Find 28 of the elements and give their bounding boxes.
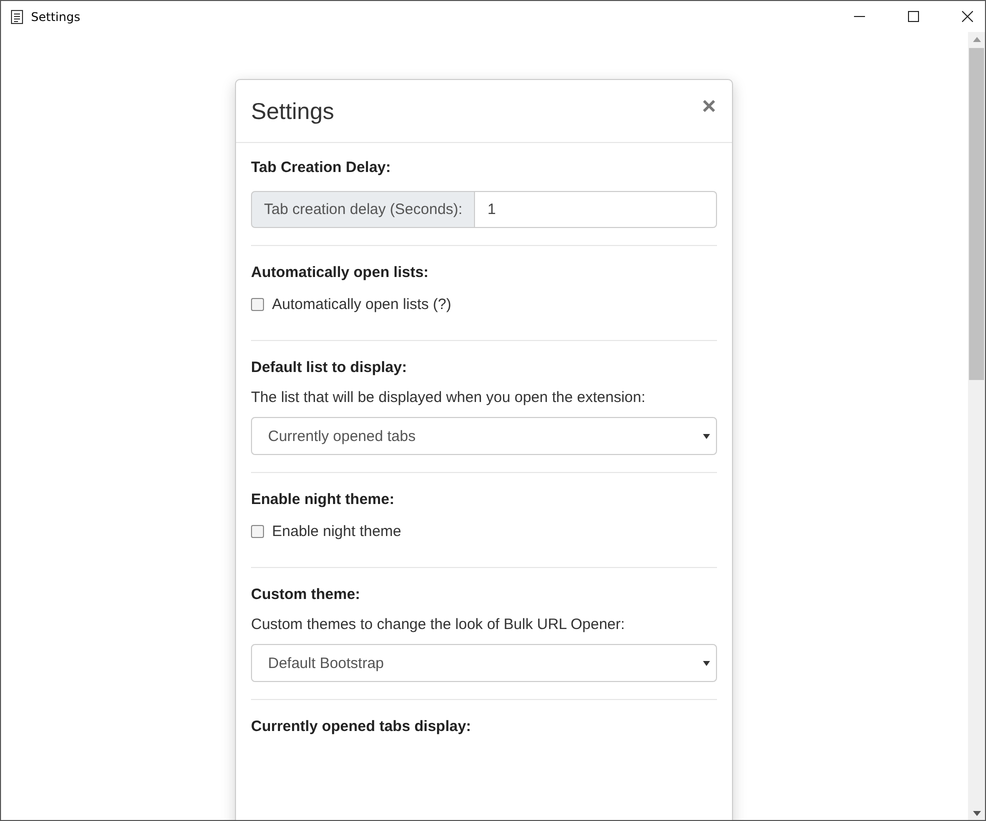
caret-icon [703,434,710,438]
maximize-icon[interactable] [908,11,919,22]
checkbox[interactable] [251,298,264,311]
checkbox[interactable] [251,525,264,538]
input-label: Tab creation delay (Seconds): [251,191,476,228]
section-heading: Currently opened tabs display: [251,718,472,735]
section-description: Custom themes to change the look of Bulk URL Opener: [251,616,625,633]
close-button[interactable]: × [702,94,716,118]
section-heading: Enable night theme: [251,491,394,508]
section-description: The list that will be displayed when you open the extension: [251,389,646,406]
window-title: Settings [31,10,80,24]
section-heading: Tab Creation Delay: [251,159,391,176]
dropdown[interactable]: Default Bootstrap [251,644,717,682]
section-heading: Default list to display: [251,359,407,376]
section-heading: Automatically open lists: [251,264,429,281]
caret-icon [703,660,710,666]
dropdown[interactable]: Currently opened tabs [251,417,717,455]
document-icon [11,10,23,24]
scroll-down-icon[interactable] [972,811,980,816]
checkbox-label: Enable night theme [272,523,402,540]
close-icon[interactable] [962,11,973,22]
delay-input-field[interactable]: 1 [475,191,717,228]
scroll-up-icon[interactable] [972,37,980,42]
scrollbar-thumb[interactable] [969,48,984,380]
dialog-title: Settings [251,98,334,125]
scrollbar[interactable] [968,32,985,820]
checkbox-label: Automatically open lists (?) [272,296,452,313]
section-heading: Custom theme: [251,586,360,603]
